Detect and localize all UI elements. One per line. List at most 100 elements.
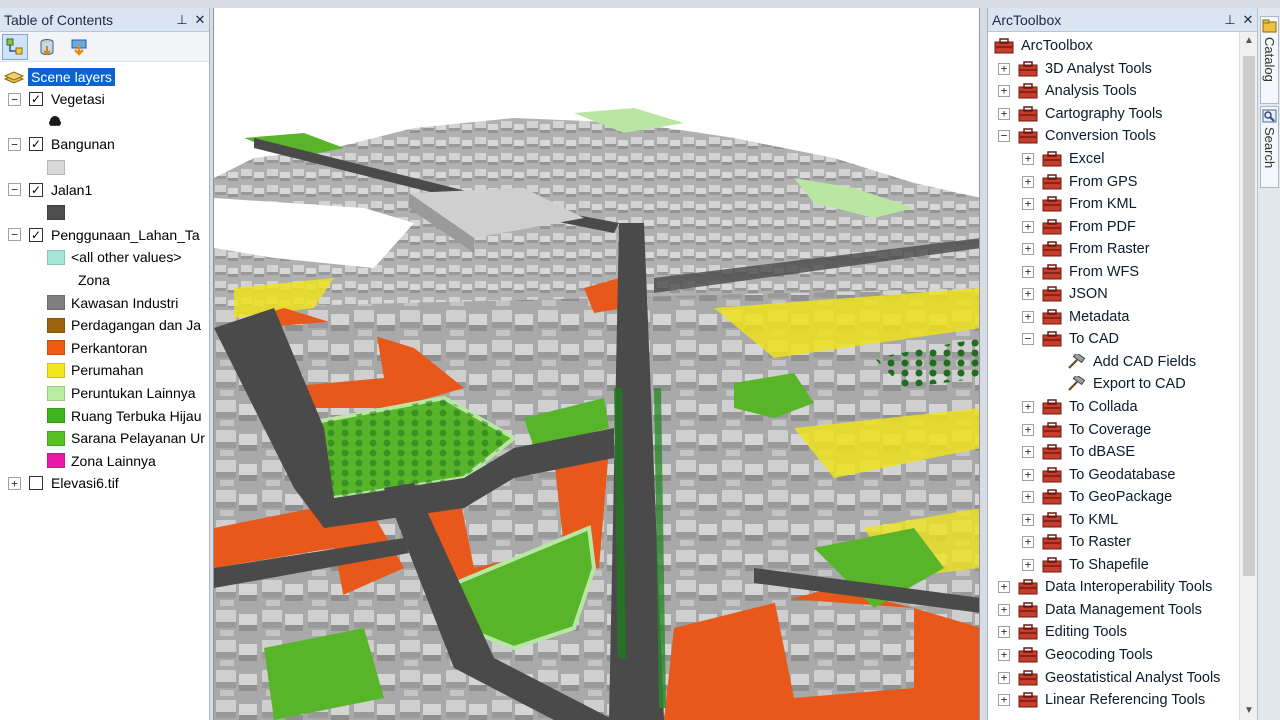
toolset-item[interactable]: +3D Analyst Tools [988,58,1257,81]
scroll-up-arrow[interactable]: ▲ [1240,32,1258,50]
scroll-thumb[interactable] [1243,56,1255,576]
toolset-item[interactable]: + JSON [988,283,1257,306]
expand-toggle[interactable]: + [1022,243,1034,256]
toolset-item[interactable]: + Excel [988,148,1257,171]
toolset-item[interactable]: + Geocoding Tools [988,644,1257,667]
class-row[interactable]: <all other values> [0,246,209,269]
expand-toggle[interactable]: + [998,626,1010,639]
toolset-item[interactable]: + Editing Tools [988,621,1257,644]
class-row[interactable]: Sarana Pelayanan Ur [0,427,209,450]
expand-toggle[interactable]: + [998,649,1010,662]
toolset-item[interactable]: − Conversion Tools [988,125,1257,148]
toolset-item[interactable]: + To Coverage [988,418,1257,441]
class-row[interactable]: Perkantoran [0,337,209,360]
list-by-source-button[interactable] [34,34,60,60]
layer-visibility-checkbox[interactable]: ✓ [29,92,43,107]
expand-toggle[interactable]: + [1022,288,1034,301]
pin-icon[interactable]: ⊥ [1221,12,1239,28]
toolset-item[interactable]: + To Shapefile [988,554,1257,577]
layer-row-bangunan[interactable]: − ✓ Bangunan [0,133,209,156]
expand-toggle[interactable]: + [1022,153,1034,165]
expand-toggle[interactable]: + [998,62,1010,75]
expand-toggle[interactable]: + [1022,468,1034,481]
class-row[interactable]: Peruntukan Lainnya [0,382,209,405]
toolset-item[interactable]: + Linear Referencing Tools [988,689,1257,712]
expand-toggle[interactable]: + [1022,265,1034,278]
toolbox-root[interactable]: ArcToolbox [988,35,1257,58]
layer-visibility-checkbox[interactable]: ✓ [29,227,43,242]
layer-visibility-checkbox[interactable] [29,476,43,491]
list-by-drawing-order-button[interactable] [2,33,28,60]
layer-row-penggunaan-lahan[interactable]: − ✓ Penggunaan_Lahan_Ta [0,224,209,247]
layer-row-elevasi[interactable]: + Elevasi6.tif [0,472,209,495]
close-icon[interactable]: ✕ [1239,12,1257,28]
expand-toggle[interactable]: + [998,694,1010,707]
scene-layers-root[interactable]: Scene layers [0,66,209,88]
expand-toggle[interactable]: + [1022,175,1034,188]
toolset-item[interactable]: + Data Management Tools [988,599,1257,622]
layer-row-vegetasi[interactable]: − ✓ Vegetasi [0,88,209,111]
layer-visibility-checkbox[interactable]: ✓ [29,137,43,152]
list-by-visibility-button[interactable] [66,34,92,60]
pin-icon[interactable]: ⊥ [173,12,191,28]
class-row[interactable]: Zona Lainnya [0,450,209,473]
close-icon[interactable]: ✕ [191,12,209,28]
toolset-item[interactable]: − To CAD [988,328,1257,351]
toolset-item[interactable]: + Geostatistical Analyst Tools [988,666,1257,689]
collapse-toggle[interactable]: − [8,92,21,106]
toolset-item[interactable]: + To GeoPackage [988,486,1257,509]
catalog-tab[interactable]: Catalog [1260,16,1279,104]
collapse-toggle[interactable]: − [8,228,21,242]
toolbox-icon [1018,106,1038,122]
toolset-item[interactable]: + From Raster [988,238,1257,261]
toolset-item[interactable]: + To Raster [988,531,1257,554]
collapse-toggle[interactable]: − [1022,333,1034,346]
expand-toggle[interactable]: + [8,476,21,490]
expand-toggle[interactable]: + [998,603,1010,616]
layer-visibility-checkbox[interactable]: ✓ [29,182,43,197]
collapse-toggle[interactable]: − [8,183,21,197]
toolset-item[interactable]: + To dBASE [988,441,1257,464]
collapse-toggle[interactable]: − [998,130,1010,143]
toolbox-icon [1042,241,1062,257]
toolset-item[interactable]: + Cartography Tools [988,103,1257,126]
class-row[interactable]: Perumahan [0,359,209,382]
toolset-item[interactable]: + Data Interoperability Tools [988,576,1257,599]
layer-row-jalan1[interactable]: − ✓ Jalan1 [0,178,209,201]
toolset-item[interactable]: + From PDF [988,215,1257,238]
expand-toggle[interactable]: + [1022,401,1034,414]
tool-item[interactable]: Export to CAD [988,373,1257,396]
toolset-item[interactable]: + To KML [988,508,1257,531]
toolset-item[interactable]: + Metadata [988,306,1257,329]
expand-toggle[interactable]: + [1022,310,1034,323]
expand-toggle[interactable]: + [1022,220,1034,233]
expand-toggle[interactable]: + [998,671,1010,684]
toolset-item[interactable]: + From WFS [988,260,1257,283]
scene-view[interactable] [213,8,980,720]
class-row[interactable]: Perdagangan dan Ja [0,314,209,337]
expand-toggle[interactable]: + [1022,558,1034,571]
toolbox-item-label: Analysis Tools [1045,83,1137,100]
class-heading-row: Zona [0,269,209,292]
class-row[interactable]: Kawasan Industri [0,291,209,314]
toolset-item[interactable]: + To Collada [988,396,1257,419]
toolset-item[interactable]: + From GPS [988,170,1257,193]
toolset-item[interactable]: + To Geodatabase [988,463,1257,486]
expand-toggle[interactable]: + [998,581,1010,594]
tool-item[interactable]: Add CAD Fields [988,351,1257,374]
expand-toggle[interactable]: + [1022,491,1034,504]
toolbox-scrollbar[interactable]: ▲ ▼ [1239,32,1257,720]
expand-toggle[interactable]: + [998,107,1010,120]
expand-toggle[interactable]: + [998,85,1010,98]
expand-toggle[interactable]: + [1022,536,1034,549]
expand-toggle[interactable]: + [1022,198,1034,211]
expand-toggle[interactable]: + [1022,446,1034,459]
expand-toggle[interactable]: + [1022,513,1034,526]
scroll-down-arrow[interactable]: ▼ [1240,702,1258,720]
class-row[interactable]: Ruang Terbuka Hijau [0,404,209,427]
toolset-item[interactable]: + Analysis Tools [988,80,1257,103]
search-tab[interactable]: Search [1260,106,1279,188]
collapse-toggle[interactable]: − [8,137,21,151]
toolset-item[interactable]: + From KML [988,193,1257,216]
expand-toggle[interactable]: + [1022,423,1034,436]
